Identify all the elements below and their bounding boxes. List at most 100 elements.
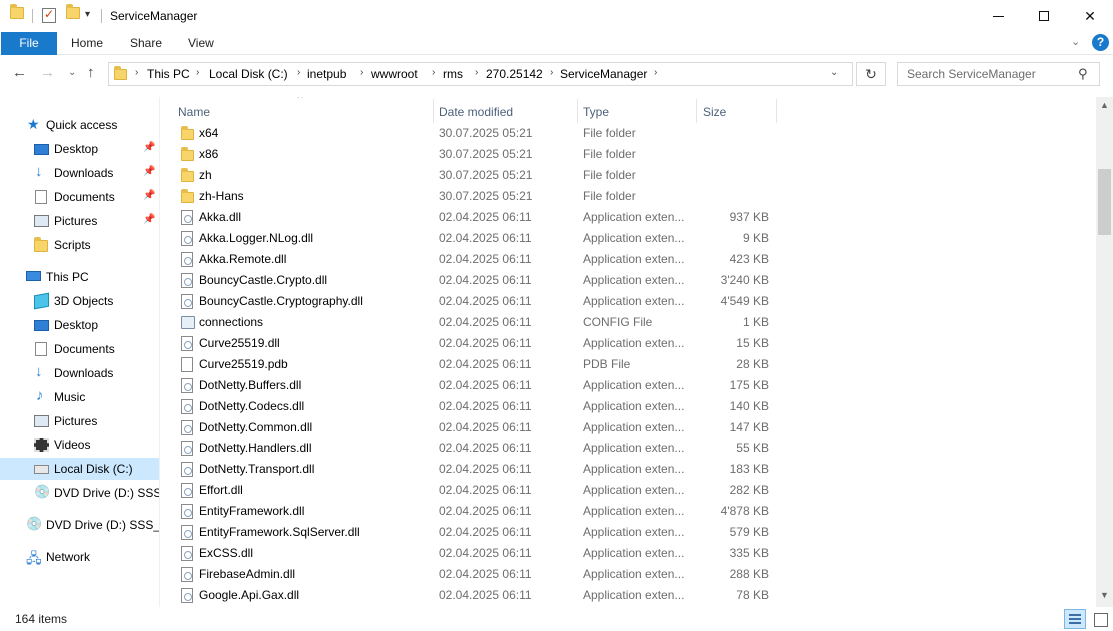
breadcrumb-chevron-icon[interactable]: › — [196, 67, 199, 78]
column-header-type[interactable]: Type — [583, 100, 609, 124]
breadcrumb-version[interactable]: 270.25142 — [486, 67, 543, 81]
scroll-down-arrow-icon[interactable]: ▼ — [1100, 590, 1109, 600]
table-row[interactable]: BouncyCastle.Crypto.dll 02.04.2025 06:11 A… — [178, 269, 778, 290]
column-divider[interactable] — [696, 99, 697, 123]
back-arrow-icon[interactable]: ← — [12, 64, 27, 81]
breadcrumb-chevron-icon[interactable]: › — [360, 67, 363, 78]
table-row[interactable]: zh 30.07.2025 05:21 File folder — [178, 164, 778, 185]
nav-videos[interactable]: Videos — [0, 434, 159, 456]
table-row[interactable]: EntityFramework.SqlServer.dll 02.04.2025 … — [178, 521, 778, 542]
tab-view[interactable]: View — [188, 32, 214, 55]
table-row[interactable]: x86 30.07.2025 05:21 File folder — [178, 143, 778, 164]
properties-icon[interactable] — [42, 7, 56, 23]
nav-documents[interactable]: Documents — [0, 338, 159, 360]
pin-icon[interactable]: 📌 — [143, 214, 155, 225]
breadcrumb-wwwroot[interactable]: wwwroot — [371, 67, 418, 81]
table-row[interactable]: DotNetty.Handlers.dll 02.04.2025 06:11 App… — [178, 437, 778, 458]
table-row[interactable]: Akka.Remote.dll 02.04.2025 06:11 Applicati… — [178, 248, 778, 269]
column-divider[interactable] — [776, 99, 777, 123]
breadcrumb-rms[interactable]: rms — [443, 67, 463, 81]
breadcrumb-chevron-icon[interactable]: › — [550, 67, 553, 78]
breadcrumb-chevron-icon[interactable]: › — [297, 67, 300, 78]
table-row[interactable]: connections 02.04.2025 06:11 CONFIG File 1 … — [178, 311, 778, 332]
breadcrumb-local-disk[interactable]: Local Disk (C:) — [209, 67, 288, 81]
scroll-thumb[interactable] — [1098, 169, 1111, 235]
breadcrumb-inetpub[interactable]: inetpub — [307, 67, 346, 81]
nav-quick-documents[interactable]: Documents 📌 — [0, 186, 159, 208]
vertical-scrollbar[interactable]: ▲ ▼ — [1096, 97, 1113, 607]
table-row[interactable]: Google.Api.Gax.dll 02.04.2025 06:11 Applic… — [178, 584, 778, 605]
nav-dvd-drive-root[interactable]: 💿 DVD Drive (D:) SSS_X64FRE_EN-US_DV9 — [0, 514, 159, 536]
breadcrumb-chevron-icon[interactable]: › — [475, 67, 478, 78]
table-row[interactable]: DotNetty.Buffers.dll 02.04.2025 06:11 Appl… — [178, 374, 778, 395]
recent-locations-chevron-icon[interactable]: ⌄ — [68, 67, 76, 78]
maximize-button[interactable] — [1021, 0, 1067, 32]
search-box[interactable]: ⚲ — [897, 62, 1100, 86]
nav-this-pc[interactable]: This PC — [0, 266, 159, 288]
details-view-icon[interactable] — [1064, 609, 1086, 629]
table-row[interactable]: ExCSS.dll 02.04.2025 06:11 Application ext… — [178, 542, 778, 563]
breadcrumb-this-pc[interactable]: This PC — [147, 67, 190, 81]
table-row[interactable]: zh-Hans 30.07.2025 05:21 File folder — [178, 185, 778, 206]
nav-desktop[interactable]: Desktop — [0, 314, 159, 336]
tab-file[interactable]: File — [1, 32, 57, 55]
search-icon[interactable]: ⚲ — [1078, 66, 1088, 82]
nav-dvd-drive[interactable]: 💿 DVD Drive (D:) SSS_X64FRE_EN-US_DV9 — [0, 482, 159, 504]
navigation-pane[interactable]: ★ Quick access Desktop 📌 ↓ Downloads 📌 D… — [0, 105, 159, 605]
table-row[interactable]: BouncyCastle.Cryptography.dll 02.04.2025 … — [178, 290, 778, 311]
close-button[interactable]: ✕ — [1067, 0, 1113, 32]
new-folder-icon[interactable] — [66, 4, 80, 19]
breadcrumb-chevron-icon[interactable]: › — [135, 67, 138, 78]
table-row[interactable]: DotNetty.Codecs.dll 02.04.2025 06:11 Appli… — [178, 395, 778, 416]
nav-3d-objects[interactable]: 3D Objects — [0, 290, 159, 312]
nav-network[interactable]: 🖧 Network — [0, 546, 159, 568]
nav-quick-access[interactable]: ★ Quick access — [0, 114, 159, 136]
scroll-up-arrow-icon[interactable]: ▲ — [1100, 100, 1109, 110]
table-row[interactable]: Curve25519.pdb 02.04.2025 06:11 PDB File 28… — [178, 353, 778, 374]
folder-app-icon[interactable] — [10, 4, 24, 19]
column-divider[interactable] — [433, 99, 434, 123]
breadcrumb-chevron-icon[interactable]: › — [432, 67, 435, 78]
nav-quick-scripts[interactable]: Scripts — [0, 234, 159, 256]
table-row[interactable]: x64 30.07.2025 05:21 File folder — [178, 122, 778, 143]
table-row[interactable]: FirebaseAdmin.dll 02.04.2025 06:11 Applica… — [178, 563, 778, 584]
column-header-date-modified[interactable]: Date modified — [439, 100, 513, 124]
nav-downloads[interactable]: ↓ Downloads — [0, 362, 159, 384]
large-icons-view-icon[interactable] — [1092, 611, 1108, 627]
date-modified: 02.04.2025 06:11 — [439, 294, 532, 308]
nav-local-disk[interactable]: Local Disk (C:) — [0, 458, 159, 480]
table-row[interactable]: Curve25519.dll 02.04.2025 06:11 Applicatio… — [178, 332, 778, 353]
up-arrow-icon[interactable]: ↑ — [87, 64, 95, 81]
table-row[interactable]: Effort.dll 02.04.2025 06:11 Application ex… — [178, 479, 778, 500]
refresh-button[interactable]: ↻ — [856, 62, 886, 86]
table-row[interactable]: Akka.dll 02.04.2025 06:11 Application exte… — [178, 206, 778, 227]
pin-icon[interactable]: 📌 — [143, 142, 155, 153]
nav-quick-downloads[interactable]: ↓ Downloads 📌 — [0, 162, 159, 184]
column-divider[interactable] — [577, 99, 578, 123]
tab-share[interactable]: Share — [130, 32, 162, 55]
forward-arrow-icon[interactable]: → — [40, 64, 55, 81]
help-icon[interactable]: ? — [1092, 34, 1109, 51]
pin-icon[interactable]: 📌 — [143, 166, 155, 177]
minimize-button[interactable] — [975, 0, 1021, 32]
address-dropdown-chevron-icon[interactable]: ⌄ — [830, 67, 838, 78]
nav-quick-pictures[interactable]: Pictures 📌 — [0, 210, 159, 232]
table-row[interactable]: EntityFramework.dll 02.04.2025 06:11 Appli… — [178, 500, 778, 521]
pin-icon[interactable]: 📌 — [143, 190, 155, 201]
column-header-size[interactable]: Size — [703, 100, 726, 124]
quick-access-toolbar-dropdown[interactable]: ▾ — [85, 9, 90, 20]
expand-ribbon-chevron-icon[interactable]: ⌄ — [1071, 35, 1080, 48]
nav-pictures[interactable]: Pictures — [0, 410, 159, 432]
table-row[interactable]: DotNetty.Transport.dll 02.04.2025 06:11 Ap… — [178, 458, 778, 479]
address-bar[interactable]: › This PC › Local Disk (C:) › inetpub › … — [108, 62, 853, 86]
nav-quick-desktop[interactable]: Desktop 📌 — [0, 138, 159, 160]
file-list[interactable]: ^ Name Date modified Type Size x64 30.07.… — [160, 97, 1096, 607]
breadcrumb-servicemanager[interactable]: ServiceManager — [560, 67, 647, 81]
column-header-name[interactable]: Name — [178, 100, 433, 124]
tab-home[interactable]: Home — [71, 32, 103, 55]
search-input[interactable] — [898, 63, 1073, 85]
table-row[interactable]: Akka.Logger.NLog.dll 02.04.2025 06:11 Appl… — [178, 227, 778, 248]
nav-music[interactable]: ♪ Music — [0, 386, 159, 408]
breadcrumb-chevron-icon[interactable]: › — [654, 67, 657, 78]
table-row[interactable]: DotNetty.Common.dll 02.04.2025 06:11 Appli… — [178, 416, 778, 437]
